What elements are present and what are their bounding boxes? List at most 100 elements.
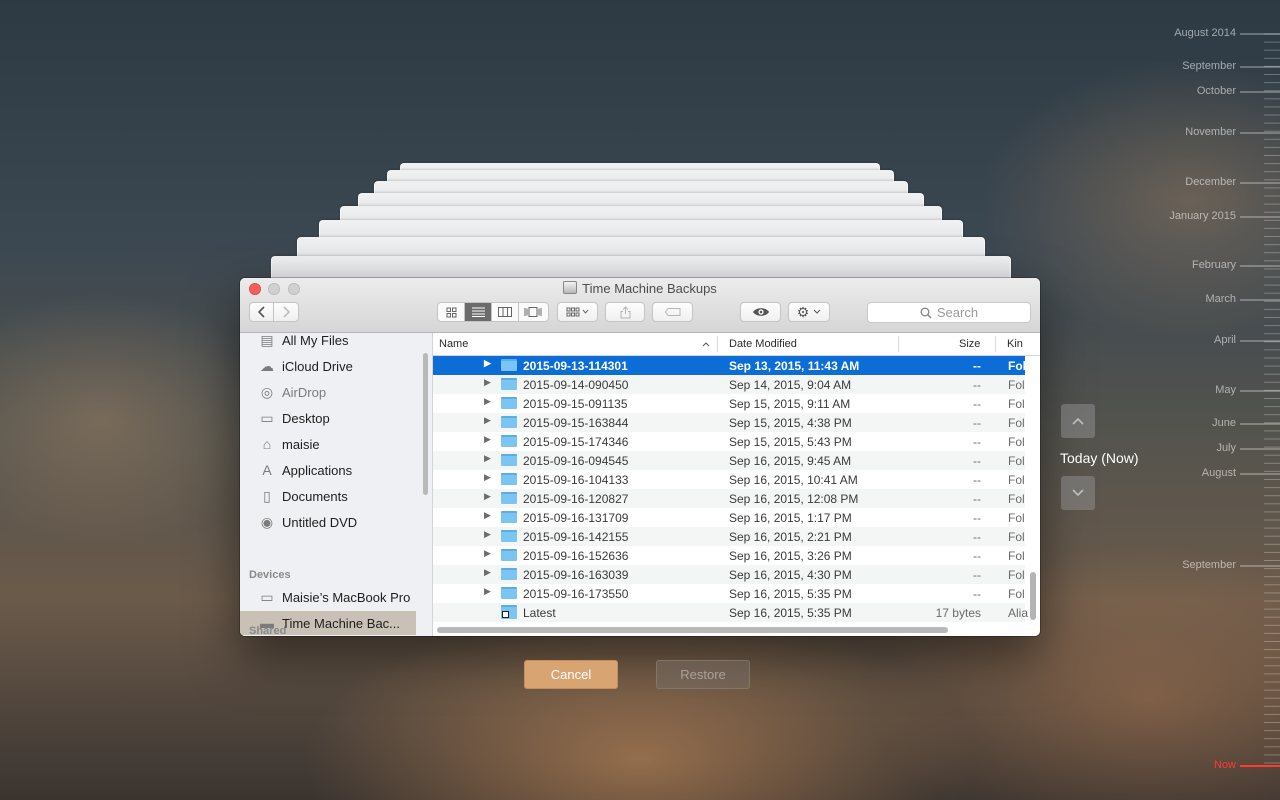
- sidebar-item-macbook-pro[interactable]: ▭ Maisie’s MacBook Pro: [240, 585, 418, 609]
- table-row[interactable]: ▶ 2015-09-16-173550 Sep 16, 2015, 5:35 PM -…: [433, 584, 1025, 603]
- row-size: --: [973, 416, 981, 430]
- table-row[interactable]: ▶ 2015-09-16-120827 Sep 16, 2015, 12:08 PM…: [433, 489, 1025, 508]
- timeline-label[interactable]: August: [1202, 467, 1236, 479]
- row-date-modified: Sep 16, 2015, 4:30 PM: [729, 568, 852, 582]
- row-kind: Fol: [1008, 549, 1025, 563]
- window-title-text: Time Machine Backups: [582, 281, 717, 296]
- sidebar-item-label: Time Machine Bac...: [282, 615, 401, 631]
- back-button[interactable]: [249, 302, 274, 322]
- disclosure-triangle-icon[interactable]: ▶: [484, 491, 491, 502]
- table-row[interactable]: ▶ 2015-09-15-091135 Sep 15, 2015, 9:11 AM -…: [433, 394, 1025, 413]
- row-size: 17 bytes: [935, 606, 981, 620]
- chevron-down-icon: [1072, 489, 1084, 497]
- timeline-label[interactable]: October: [1197, 85, 1236, 97]
- disclosure-triangle-icon[interactable]: ▶: [484, 434, 491, 445]
- restore-button[interactable]: Restore: [656, 660, 750, 689]
- timeline-label[interactable]: Now: [1214, 759, 1236, 771]
- vertical-scrollbar[interactable]: [1030, 572, 1036, 620]
- row-size: --: [973, 549, 981, 563]
- list-view-button[interactable]: [465, 303, 492, 321]
- cancel-button[interactable]: Cancel: [524, 660, 618, 689]
- timeline-label[interactable]: April: [1214, 334, 1236, 346]
- row-name: 2015-09-16-094545: [523, 454, 629, 468]
- disclosure-triangle-icon[interactable]: ▶: [484, 567, 491, 578]
- table-row[interactable]: ▶ 2015-09-16-142155 Sep 16, 2015, 2:21 PM -…: [433, 527, 1025, 546]
- column-name[interactable]: Name: [439, 338, 468, 350]
- older-backup-button[interactable]: [1061, 404, 1095, 438]
- sidebar-item-label: Untitled DVD: [282, 514, 358, 530]
- timeline-label[interactable]: September: [1182, 559, 1236, 571]
- disclosure-triangle-icon[interactable]: ▶: [484, 548, 491, 559]
- sidebar-item-applications[interactable]: A Applications: [240, 458, 418, 482]
- table-row[interactable]: ▶ 2015-09-15-174346 Sep 15, 2015, 5:43 PM -…: [433, 432, 1025, 451]
- sidebar-item-label: maisie: [282, 436, 320, 452]
- column-view-button[interactable]: [492, 303, 519, 321]
- view-mode-segmented[interactable]: [437, 302, 549, 322]
- folder-icon: [501, 397, 517, 409]
- timeline-label[interactable]: July: [1216, 442, 1236, 454]
- sidebar-item-untitled-dvd[interactable]: ◉ Untitled DVD: [240, 510, 418, 534]
- sidebar-item-all-my-files[interactable]: ▤ All My Files: [240, 333, 418, 352]
- row-kind: Fol: [1008, 435, 1025, 449]
- tag-button[interactable]: [652, 302, 693, 322]
- column-size[interactable]: Size: [959, 338, 980, 350]
- row-date-modified: Sep 16, 2015, 1:17 PM: [729, 511, 852, 525]
- disclosure-triangle-icon[interactable]: ▶: [484, 377, 491, 388]
- share-button[interactable]: [605, 302, 645, 322]
- timeline-label[interactable]: May: [1215, 384, 1236, 396]
- sidebar-item-label: Documents: [282, 488, 348, 504]
- sidebar-item-label: Maisie’s MacBook Pro: [282, 589, 411, 605]
- column-kind[interactable]: Kin: [1007, 338, 1023, 350]
- sidebar-item-maisie[interactable]: ⌂ maisie: [240, 432, 418, 456]
- timeline-label[interactable]: January 2015: [1169, 210, 1236, 222]
- disclosure-triangle-icon[interactable]: ▶: [484, 586, 491, 597]
- newer-backup-button[interactable]: [1061, 476, 1095, 510]
- search-field[interactable]: Search: [867, 302, 1031, 323]
- table-row[interactable]: ▶ 2015-09-14-090450 Sep 14, 2015, 9:04 AM -…: [433, 375, 1025, 394]
- finder-window: Time Machine Backups ⚙ Search ▤ All My F…: [240, 278, 1040, 636]
- documents-icon: ▯: [263, 487, 271, 504]
- disclosure-triangle-icon[interactable]: ▶: [484, 510, 491, 521]
- forward-button[interactable]: [273, 302, 299, 322]
- table-row[interactable]: ▶ 2015-09-16-094545 Sep 16, 2015, 9:45 AM -…: [433, 451, 1025, 470]
- timeline-label[interactable]: August 2014: [1174, 27, 1236, 39]
- disclosure-triangle-icon[interactable]: ▶: [484, 453, 491, 464]
- quick-look-button[interactable]: [740, 302, 781, 322]
- table-row[interactable]: ▶ 2015-09-15-163844 Sep 15, 2015, 4:38 PM -…: [433, 413, 1025, 432]
- timeline-label[interactable]: December: [1185, 176, 1236, 188]
- table-row[interactable]: ▶ 2015-09-16-131709 Sep 16, 2015, 1:17 PM -…: [433, 508, 1025, 527]
- row-name: 2015-09-16-173550: [523, 587, 629, 601]
- row-kind: Fol: [1008, 454, 1025, 468]
- timeline-label[interactable]: September: [1182, 60, 1236, 72]
- sidebar-item-airdrop[interactable]: ◎ AirDrop: [240, 380, 418, 404]
- sidebar-item-desktop[interactable]: ▭ Desktop: [240, 406, 418, 430]
- action-button[interactable]: ⚙: [788, 302, 830, 322]
- timeline-ticks: [1240, 33, 1280, 767]
- column-date-modified[interactable]: Date Modified: [729, 338, 797, 350]
- file-list: Name Date Modified Size Kin ▶ 2015-09-13-…: [433, 333, 1040, 636]
- sidebar-item-icloud-drive[interactable]: ☁ iCloud Drive: [240, 354, 418, 378]
- table-row[interactable]: ▶ 2015-09-16-163039 Sep 16, 2015, 4:30 PM -…: [433, 565, 1025, 584]
- disclosure-triangle-icon[interactable]: ▶: [484, 358, 491, 369]
- timeline-label[interactable]: February: [1192, 259, 1236, 271]
- timeline-label[interactable]: November: [1185, 126, 1236, 138]
- timeline-label[interactable]: March: [1205, 293, 1236, 305]
- disclosure-triangle-icon[interactable]: ▶: [484, 415, 491, 426]
- timeline-label[interactable]: June: [1212, 417, 1236, 429]
- disclosure-triangle-icon[interactable]: ▶: [484, 396, 491, 407]
- sidebar-item-documents[interactable]: ▯ Documents: [240, 484, 418, 508]
- horizontal-scrollbar[interactable]: [437, 627, 948, 633]
- folder-icon: [501, 473, 517, 485]
- table-row[interactable]: ▶ 2015-09-13-114301 Sep 13, 2015, 11:43 AM…: [433, 356, 1026, 375]
- gear-icon: ⚙: [796, 303, 810, 320]
- arrange-button[interactable]: [557, 302, 598, 322]
- coverflow-view-button[interactable]: [519, 303, 546, 321]
- table-row[interactable]: ▶ 2015-09-16-152636 Sep 16, 2015, 3:26 PM -…: [433, 546, 1025, 565]
- arrange-icon: [566, 307, 588, 317]
- sidebar-scrollbar[interactable]: [423, 353, 428, 495]
- table-row[interactable]: Latest Sep 16, 2015, 5:35 PM 17 bytes Alia: [433, 603, 1028, 622]
- disclosure-triangle-icon[interactable]: ▶: [484, 472, 491, 483]
- icon-view-button[interactable]: [438, 303, 465, 321]
- table-row[interactable]: ▶ 2015-09-16-104133 Sep 16, 2015, 10:41 AM…: [433, 470, 1025, 489]
- disclosure-triangle-icon[interactable]: ▶: [484, 529, 491, 540]
